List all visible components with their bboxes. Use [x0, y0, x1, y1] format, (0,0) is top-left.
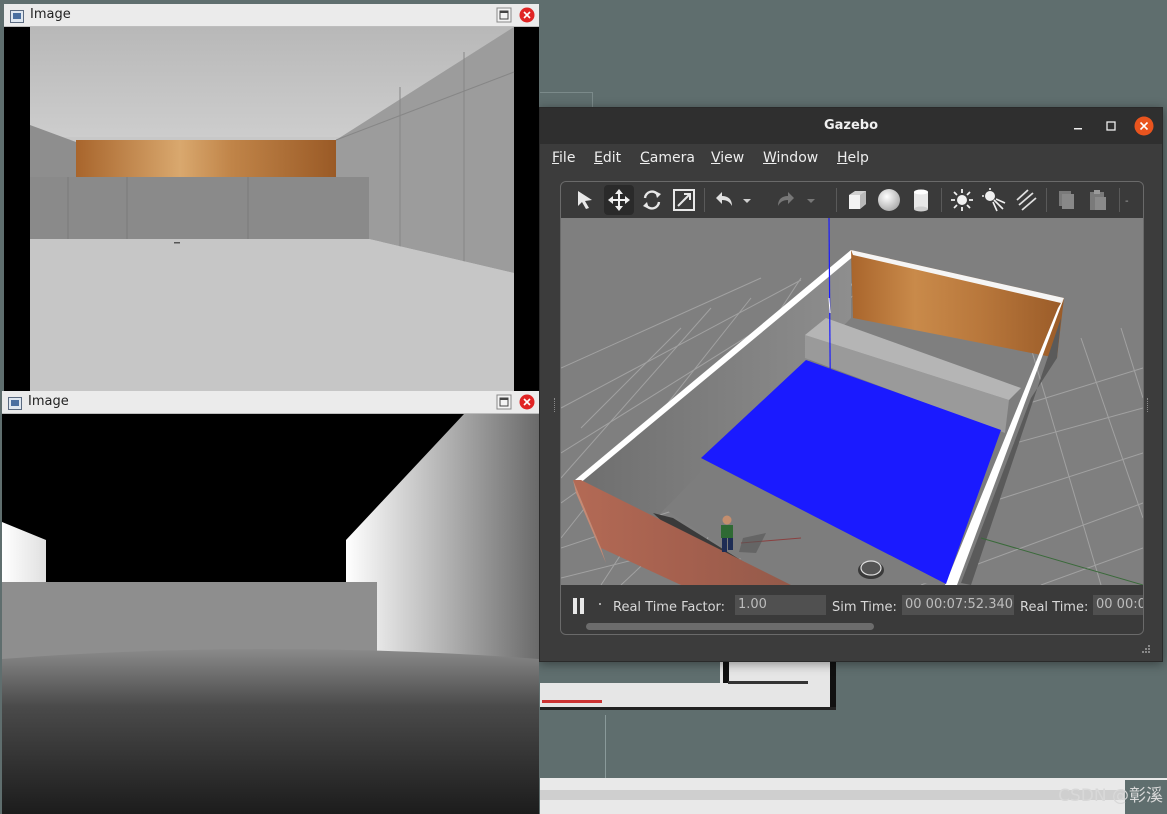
close-button[interactable]: [519, 7, 535, 23]
copy-icon[interactable]: [1050, 185, 1080, 215]
resize-grip-icon[interactable]: [1140, 640, 1152, 659]
menu-bar: File Edit Camera View Window Help: [540, 144, 1162, 174]
rgb-image-window: Image: [4, 4, 539, 392]
robot-model: [858, 560, 884, 579]
gazebo-titlebar[interactable]: Gazebo: [540, 108, 1162, 144]
point-light-icon[interactable]: [947, 185, 977, 215]
menu-file[interactable]: File: [552, 150, 575, 166]
real-time-factor-field: 1.00: [735, 595, 826, 615]
status-bar: Real Time Factor: 1.00 Sim Time: 00 00:0…: [561, 585, 1143, 634]
undo-dropdown-icon[interactable]: [739, 185, 755, 215]
scale-icon[interactable]: [669, 185, 699, 215]
paste-icon[interactable]: [1082, 185, 1112, 215]
image-app-icon: [8, 395, 22, 410]
select-arrow-icon[interactable]: [570, 185, 600, 215]
maximize-button[interactable]: [1101, 116, 1121, 136]
close-button[interactable]: [519, 394, 535, 410]
rgb-image-titlebar[interactable]: Image: [4, 4, 539, 27]
close-button[interactable]: [1134, 116, 1154, 136]
pause-button[interactable]: [571, 597, 587, 619]
gazebo-window: Gazebo File Edit Camera View Window Help: [539, 107, 1163, 662]
toolbar: -: [561, 182, 1143, 218]
toolbar-overflow-icon[interactable]: -: [1122, 185, 1136, 215]
cylinder-icon[interactable]: [906, 185, 936, 215]
sim-time-label: Sim Time:: [832, 600, 897, 615]
redo-dropdown-icon[interactable]: [803, 185, 819, 215]
left-splitter-handle[interactable]: [554, 398, 557, 412]
sphere-icon[interactable]: [874, 185, 904, 215]
right-splitter-handle[interactable]: [1147, 398, 1150, 412]
redo-icon[interactable]: [772, 185, 802, 215]
3d-scene-viewport[interactable]: [561, 217, 1143, 586]
depth-image-titlebar[interactable]: Image: [2, 391, 539, 414]
translate-icon[interactable]: [604, 185, 634, 215]
depth-image-window: Image: [2, 391, 539, 814]
sim-time-field: 00 00:07:52.340: [902, 595, 1014, 615]
rotate-icon[interactable]: [637, 185, 667, 215]
watermark: CSDN @彰溪: [1058, 786, 1163, 806]
render-panel: - Real Time Factor: 1.00 Sim Time: 00 00…: [560, 181, 1144, 635]
svg-text:-: -: [1125, 196, 1129, 207]
window-title: Image: [30, 7, 71, 22]
menu-view[interactable]: View: [711, 150, 744, 166]
real-time-label: Real Time:: [1020, 600, 1089, 615]
status-scrollbar[interactable]: [586, 623, 874, 630]
directional-light-icon[interactable]: [1011, 185, 1041, 215]
rgb-camera-view: [4, 27, 539, 392]
image-app-icon: [10, 8, 24, 23]
minimize-button[interactable]: [1068, 116, 1088, 136]
rviz-map-remnant: [540, 655, 840, 715]
maximize-button[interactable]: [496, 7, 512, 23]
menu-window[interactable]: Window: [763, 150, 818, 166]
maximize-button[interactable]: [496, 394, 512, 410]
undo-icon[interactable]: [708, 185, 738, 215]
spot-light-icon[interactable]: [979, 185, 1009, 215]
real-time-factor-label: Real Time Factor:: [613, 600, 726, 615]
window-title: Image: [28, 394, 69, 409]
real-time-field: 00 00:0: [1093, 595, 1143, 615]
menu-camera[interactable]: Camera: [640, 150, 695, 166]
menu-edit[interactable]: Edit: [594, 150, 621, 166]
menu-help[interactable]: Help: [837, 150, 869, 166]
box-icon[interactable]: [842, 185, 872, 215]
depth-camera-view: [2, 414, 539, 814]
